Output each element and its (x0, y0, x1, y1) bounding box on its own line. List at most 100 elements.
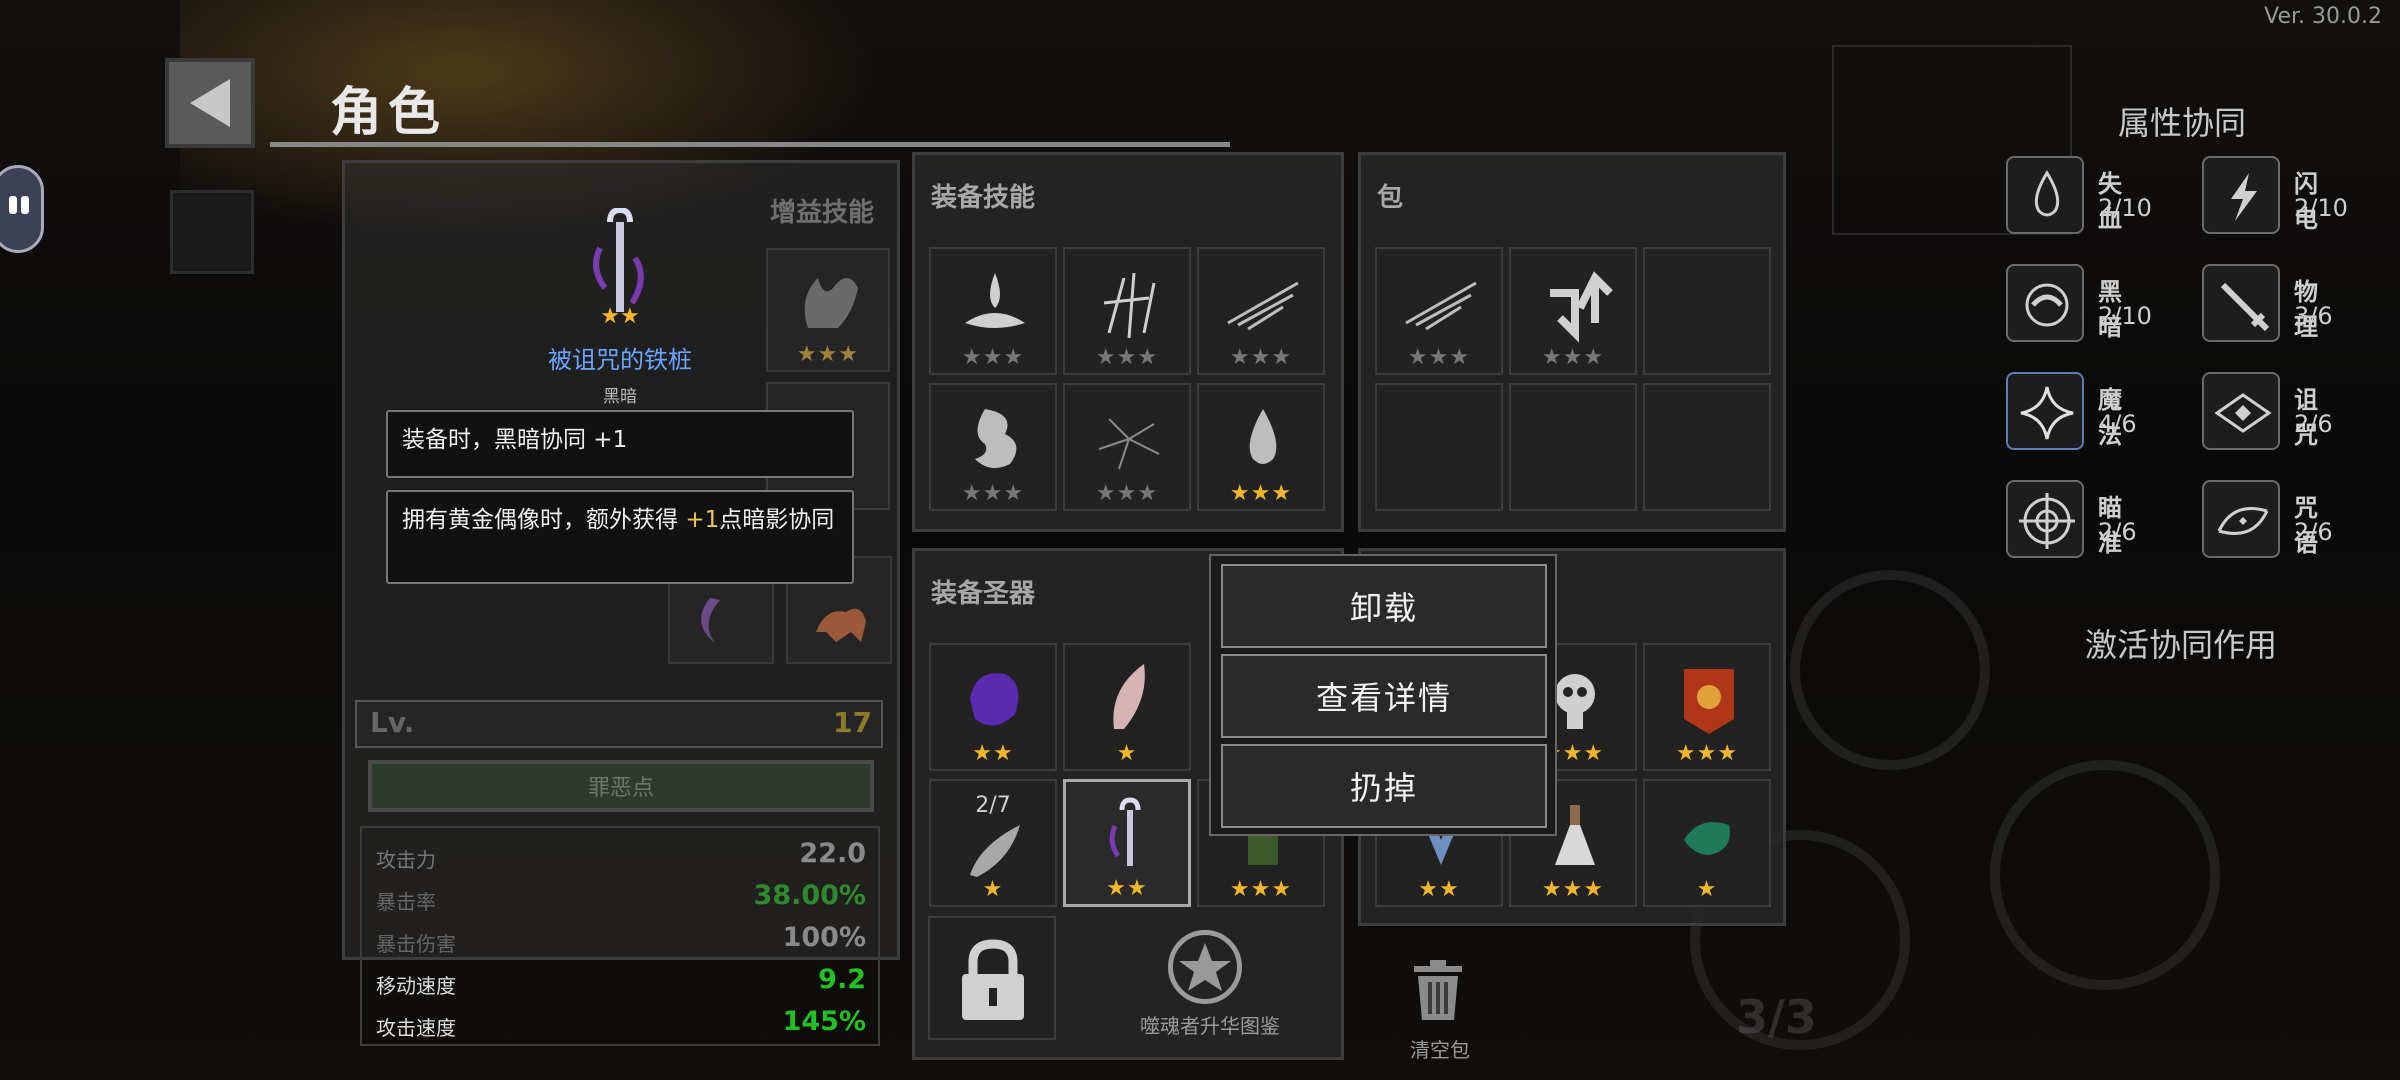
stat-row-attack-speed: 攻击速度 145% (376, 1004, 866, 1044)
stat-label: 暴击伤害 (376, 932, 456, 956)
title-divider (270, 142, 1230, 147)
back-arrow-icon (190, 79, 230, 127)
spell-icon (2217, 507, 2269, 535)
bag-stars: ★★★ (1407, 345, 1471, 370)
synergy-value: 2/6 (2098, 518, 2137, 546)
activate-synergy-button[interactable]: 激活协同作用 (2085, 620, 2277, 666)
equip-skills-panel: 装备技能 ★★★ ★★★ ★★★ ★★★ ★★★ ★★★ (912, 152, 1344, 532)
synergy-value: 2/6 (2294, 518, 2333, 546)
lightning-icon-frame (2202, 156, 2280, 234)
skill-slot-4[interactable]: ★★★ (929, 383, 1057, 511)
bag-slot-6[interactable] (1643, 383, 1771, 511)
magic-star-icon (2020, 386, 2074, 440)
relic-slot-2[interactable]: ★ (1063, 643, 1191, 771)
bag-slot-4[interactable] (1375, 383, 1503, 511)
equip-skills-title: 装备技能 (931, 183, 1036, 213)
weapon-stars: ★★ (600, 304, 640, 329)
hud-ammo: 3/3 (1736, 990, 1817, 1044)
relic-stars: ★★★ (1675, 741, 1739, 766)
skill-slot-5[interactable]: ★★★ (1063, 383, 1191, 511)
unequip-button[interactable]: 卸载 (1221, 564, 1547, 648)
crack-icon (1098, 418, 1160, 470)
relic-stars: ★★ (1106, 876, 1148, 901)
version-label: Ver. 30.0.2 (2264, 4, 2382, 29)
bag-relic-slot-3[interactable]: ★★★ (1643, 643, 1771, 771)
purple-crystal-icon (970, 673, 1019, 726)
blood-icon (2034, 170, 2060, 217)
tooltip-idol-highlight: +1 (685, 507, 720, 533)
bag-slot-3[interactable] (1643, 247, 1771, 375)
blood-icon-frame (2006, 156, 2084, 234)
tooltip-equip-bonus: 装备时，黑暗协同 +1 (386, 410, 854, 478)
spell-icon-frame (2202, 480, 2280, 558)
codex-button[interactable] (1168, 930, 1242, 1004)
star-badge-icon (1179, 943, 1231, 991)
beast-icon (816, 608, 866, 642)
weapon-synergy: 黑暗 (603, 387, 637, 407)
locked-relic-slot[interactable] (928, 916, 1056, 1040)
relic-stars: ★ (1116, 741, 1138, 766)
blades-icon (1103, 272, 1156, 339)
stat-row-move-speed: 移动速度 9.2 (376, 962, 866, 1002)
stat-value: 22.0 (799, 838, 866, 869)
relic-stars: ★★★ (1541, 877, 1605, 902)
discard-button[interactable]: 扔掉 (1221, 744, 1547, 828)
back-button[interactable] (165, 58, 255, 148)
bag-title: 包 (1377, 183, 1404, 213)
skill-stars: ★★★ (1095, 345, 1159, 370)
emote-face-icon[interactable] (0, 165, 44, 253)
synergy-value: 2/10 (2098, 302, 2152, 330)
weapon-name: 被诅咒的铁桩 (548, 346, 692, 374)
relic-slot-4[interactable]: 2/7 ★ (929, 779, 1057, 907)
stat-label: 暴击率 (376, 890, 436, 914)
dark-swirl-icon (2025, 283, 2069, 327)
sin-points-label: 罪恶点 (587, 776, 654, 801)
magic-icon-frame (2006, 372, 2084, 450)
relic-stars: ★★ (972, 741, 1014, 766)
level-label: Lv. (370, 706, 415, 739)
stat-label: 攻击力 (376, 848, 436, 872)
lock-icon (962, 939, 1024, 1020)
skill-slot-6[interactable]: ★★★ (1197, 383, 1325, 511)
relic-stars: ★★★ (1229, 877, 1293, 902)
page-title: 角色 (330, 83, 447, 143)
banner-icon (1684, 669, 1734, 734)
synergy-title: 属性协同 (2118, 104, 2247, 142)
stat-row-crit-damage: 暴击伤害 100% (376, 920, 866, 960)
bag-slot-2[interactable]: ★★★ (1509, 247, 1637, 375)
clear-bag-label: 清空包 (1410, 1038, 1470, 1062)
relic-stars: ★ (1696, 877, 1718, 902)
bag-slot-1[interactable]: ★★★ (1375, 247, 1503, 375)
crescent-icon (701, 598, 720, 643)
stat-value: 38.00% (753, 880, 866, 911)
relic-slot-1[interactable]: ★★ (929, 643, 1057, 771)
synergy-value: 2/10 (2098, 194, 2152, 222)
stat-value: 145% (782, 1006, 866, 1037)
bag-relic-slot-6[interactable]: ★ (1643, 779, 1771, 907)
stat-value: 100% (782, 922, 866, 953)
clear-bag-button[interactable] (1410, 958, 1466, 1024)
trash-icon (1414, 960, 1462, 1020)
skill-slot-1[interactable]: ★★★ (929, 247, 1057, 375)
ghost-flame-icon (804, 278, 858, 328)
relic-slot-5-selected[interactable]: ★★ (1063, 779, 1191, 907)
lightning-icon (2231, 173, 2257, 221)
bag-slot-5[interactable] (1509, 383, 1637, 511)
water-splash-icon (965, 273, 1025, 328)
drop-icon (1249, 409, 1277, 464)
curse-eye-icon (2214, 393, 2272, 433)
hud-skill-ghost (1790, 570, 1990, 770)
relics-title: 装备圣器 (931, 579, 1036, 609)
synergy-value: 4/6 (2098, 410, 2137, 438)
skill-slot-3[interactable]: ★★★ (1197, 247, 1325, 375)
stat-row-attack: 攻击力 22.0 (376, 836, 866, 876)
synergy-value: 2/6 (2294, 410, 2333, 438)
add-button[interactable] (170, 190, 254, 274)
view-details-button[interactable]: 查看详情 (1221, 654, 1547, 738)
buff-skill-slot-1[interactable]: ★★★ (766, 248, 890, 372)
ghost-dragon-icon (975, 409, 1017, 468)
hud-attack-ghost (1990, 760, 2220, 990)
level-value: 17 (833, 706, 872, 739)
skill-slot-2[interactable]: ★★★ (1063, 247, 1191, 375)
aim-icon-frame (2006, 480, 2084, 558)
